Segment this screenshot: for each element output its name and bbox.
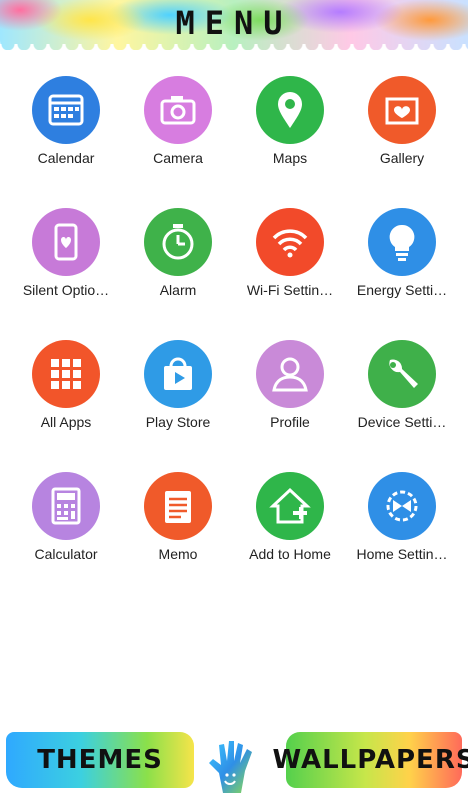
app-gallery[interactable]: Gallery: [346, 72, 458, 166]
app-silent-options[interactable]: Silent Optio…: [10, 204, 122, 298]
app-home-settings[interactable]: Home Settin…: [346, 468, 458, 562]
notepad-icon: [140, 468, 216, 544]
calendar-icon: [28, 72, 104, 148]
app-label: Memo: [158, 546, 198, 562]
painted-hand-icon[interactable]: [203, 737, 265, 797]
app-device-settings[interactable]: Device Setti…: [346, 336, 458, 430]
lightbulb-icon: [364, 204, 440, 280]
alarm-clock-icon: [140, 204, 216, 280]
map-pin-icon: [252, 72, 328, 148]
app-label: Alarm: [159, 282, 197, 298]
app-label: All Apps: [40, 414, 92, 430]
home-plus-icon: [252, 468, 328, 544]
app-label: Calendar: [37, 150, 95, 166]
app-label: Energy Setti…: [356, 282, 448, 298]
wrench-icon: [364, 336, 440, 412]
user-icon: [252, 336, 328, 412]
app-label: Add to Home: [249, 546, 331, 562]
app-label: Profile: [270, 414, 310, 430]
home-settings-icon: [364, 468, 440, 544]
page-title: MENU: [175, 4, 293, 42]
app-all-apps[interactable]: All Apps: [10, 336, 122, 430]
app-alarm[interactable]: Alarm: [122, 204, 234, 298]
wallpapers-label: WALLPAPERS: [272, 745, 468, 775]
app-label: Silent Optio…: [22, 282, 110, 298]
shopping-bag-play-icon: [140, 336, 216, 412]
app-play-store[interactable]: Play Store: [122, 336, 234, 430]
app-label: Play Store: [145, 414, 211, 430]
wallpapers-button[interactable]: WALLPAPERS: [272, 732, 468, 788]
app-maps[interactable]: Maps: [234, 72, 346, 166]
calculator-icon: [28, 468, 104, 544]
wifi-icon: [252, 204, 328, 280]
picture-frame-icon: [364, 72, 440, 148]
themes-button[interactable]: THEMES: [6, 732, 194, 788]
app-grid: Calendar Camera Maps Gallery Silent Opti…: [10, 72, 458, 562]
header-banner: MENU: [0, 0, 468, 56]
grid-icon: [28, 336, 104, 412]
app-label: Calculator: [34, 546, 98, 562]
app-add-to-home[interactable]: Add to Home: [234, 468, 346, 562]
app-label: Gallery: [379, 150, 425, 166]
themes-label: THEMES: [37, 745, 163, 775]
app-memo[interactable]: Memo: [122, 468, 234, 562]
app-label: Home Settin…: [356, 546, 448, 562]
camera-icon: [140, 72, 216, 148]
app-wifi-settings[interactable]: Wi-Fi Settin…: [234, 204, 346, 298]
app-calendar[interactable]: Calendar: [10, 72, 122, 166]
app-label: Device Setti…: [357, 414, 447, 430]
app-label: Camera: [153, 150, 203, 166]
app-calculator[interactable]: Calculator: [10, 468, 122, 562]
app-label: Maps: [272, 150, 308, 166]
app-label: Wi-Fi Settin…: [246, 282, 334, 298]
phone-heart-icon: [28, 204, 104, 280]
app-camera[interactable]: Camera: [122, 72, 234, 166]
app-profile[interactable]: Profile: [234, 336, 346, 430]
app-energy-settings[interactable]: Energy Setti…: [346, 204, 458, 298]
